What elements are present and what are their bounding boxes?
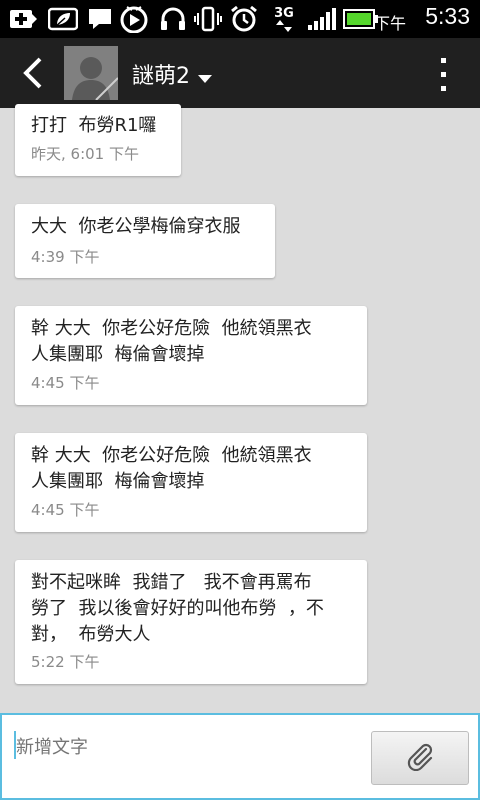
- status-time: 5:33: [425, 3, 470, 29]
- message-time: 4:45 下午: [31, 501, 100, 519]
- chat-icon: [86, 5, 114, 33]
- status-bar: 3G 下午 5:33: [0, 0, 480, 38]
- contact-name[interactable]: 謎萌2: [132, 58, 190, 90]
- message-text: 大大 你老公學梅倫穿衣服: [31, 216, 241, 237]
- message-time: 4:39 下午: [31, 248, 100, 266]
- message-bubble[interactable]: 打打 布勞R1囉 昨天, 6:01 下午: [15, 104, 181, 176]
- message-text: 幹 大大 你老公好危險 他統領黑衣 人集團耶 梅倫會壞掉: [31, 318, 312, 365]
- message-bubble[interactable]: 幹 大大 你老公好危險 他統領黑衣 人集團耶 梅倫會壞掉 4:45 下午: [15, 433, 367, 532]
- alarm-icon: [228, 5, 260, 33]
- message-bubble[interactable]: 對不起咪眸 我錯了 我不會再罵布 勞了 我以後會好好的叫他布勞 ，不 對， 布勞…: [15, 560, 367, 684]
- status-ampm: 下午: [373, 14, 406, 33]
- leaf-icon: [46, 5, 80, 33]
- network-3g-icon: 3G: [270, 5, 298, 33]
- message-time: 4:45 下午: [31, 374, 100, 392]
- message-text: 對不起咪眸 我錯了 我不會再罵布 勞了 我以後會好好的叫他布勞 ，不 對， 布勞…: [31, 572, 324, 645]
- message-time: 5:22 下午: [31, 653, 100, 671]
- compose-bar: [0, 713, 480, 800]
- caret-down-icon[interactable]: [198, 70, 212, 89]
- vibrate-icon: [193, 5, 223, 33]
- paperclip-icon: [405, 741, 435, 775]
- message-text: 打打 布勞R1囉: [31, 115, 157, 136]
- add-icon: [6, 5, 40, 33]
- message-bubble[interactable]: 大大 你老公學梅倫穿衣服 4:39 下午: [15, 204, 275, 278]
- avatar[interactable]: [64, 46, 118, 100]
- overflow-menu-icon[interactable]: [438, 54, 450, 94]
- message-text: 幹 大大 你老公好危險 他統領黑衣 人集團耶 梅倫會壞掉: [31, 445, 312, 492]
- conversation-header: 謎萌2: [0, 38, 480, 108]
- media-icon: [118, 5, 150, 33]
- message-bubble[interactable]: 幹 大大 你老公好危險 他統領黑衣 人集團耶 梅倫會壞掉 4:45 下午: [15, 306, 367, 405]
- text-cursor: [14, 731, 16, 759]
- back-chevron-icon[interactable]: [18, 55, 48, 91]
- headphones-icon: [158, 5, 188, 33]
- signal-icon: [306, 5, 338, 33]
- attach-button[interactable]: [371, 731, 469, 785]
- message-input[interactable]: [14, 731, 358, 763]
- message-time: 昨天, 6:01 下午: [31, 145, 139, 163]
